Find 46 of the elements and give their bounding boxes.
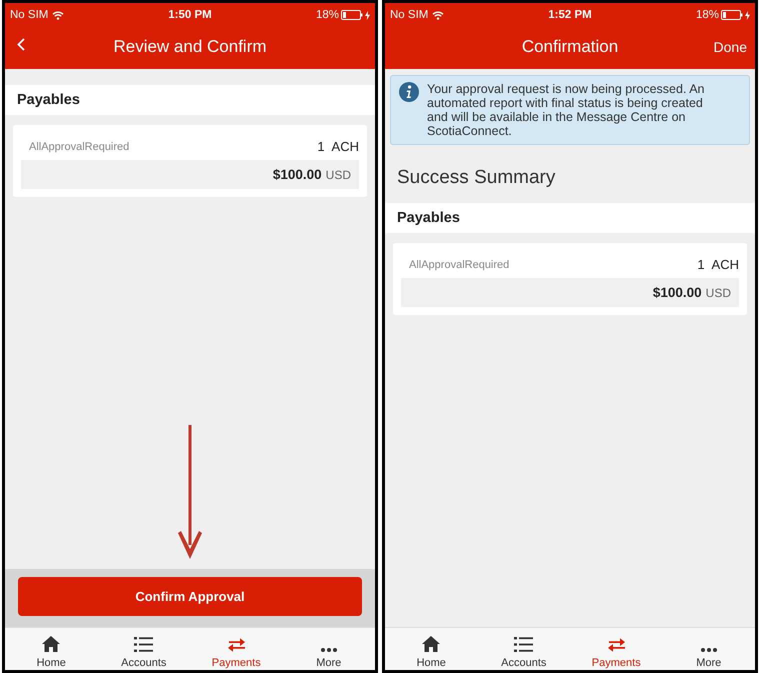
- more-icon: [320, 648, 337, 652]
- tab-item[interactable]: More: [662, 628, 755, 670]
- battery-percent: 18%: [316, 9, 339, 21]
- section-header: Payables: [5, 85, 375, 115]
- tab-item[interactable]: More: [282, 628, 375, 670]
- tab-item[interactable]: Home: [5, 628, 98, 670]
- charging-bolt-icon: [745, 10, 750, 20]
- currency-code: USD: [326, 168, 351, 182]
- carrier-text: No SIM: [390, 9, 428, 21]
- wifi-icon: [432, 10, 444, 20]
- screen-title: Confirmation: [520, 37, 620, 57]
- status-time: 1:50 PM: [168, 9, 212, 21]
- wifi-icon: [52, 10, 64, 20]
- battery-icon: [341, 10, 363, 20]
- carrier-text: No SIM: [10, 9, 48, 21]
- tab-item[interactable]: Home: [385, 628, 478, 670]
- transfer-arrows-icon: [226, 638, 246, 652]
- summary-heading: Success Summary: [397, 167, 556, 189]
- payment-count: 1 ACH: [317, 139, 359, 154]
- template-name: AllApprovalRequired: [29, 140, 130, 152]
- list-icon: [514, 637, 534, 652]
- tab-item[interactable]: Payments: [570, 628, 662, 670]
- home-icon: [42, 636, 60, 652]
- tab-item[interactable]: Accounts: [98, 628, 190, 670]
- currency-code: USD: [706, 286, 731, 300]
- section-header: Payables: [385, 203, 755, 233]
- charging-bolt-icon: [365, 10, 370, 20]
- more-icon: [700, 648, 717, 652]
- status-time: 1:52 PM: [548, 9, 592, 21]
- tab-item[interactable]: Payments: [190, 628, 282, 670]
- transfer-arrows-icon: [606, 638, 626, 652]
- battery-icon: [721, 10, 743, 20]
- tab-item[interactable]: Accounts: [478, 628, 570, 670]
- done-link[interactable]: Done: [714, 39, 747, 55]
- amount-value: $100.00: [272, 167, 322, 182]
- home-icon: [422, 636, 440, 652]
- back-chevron-icon[interactable]: [17, 38, 25, 51]
- payment-count: 1 ACH: [697, 257, 739, 272]
- screen-title: Review and Confirm: [112, 37, 268, 57]
- info-icon: [399, 82, 419, 102]
- amount-value: $100.00: [652, 285, 702, 300]
- info-message: Your approval request is now being processed. An automated report with final status is being created and will be available in the Message Centre on ScotiaConnect.: [427, 82, 706, 138]
- battery-percent: 18%: [696, 9, 719, 21]
- list-icon: [134, 637, 154, 652]
- confirm-approval-button[interactable]: Confirm Approval: [18, 577, 362, 616]
- template-name: AllApprovalRequired: [409, 258, 510, 270]
